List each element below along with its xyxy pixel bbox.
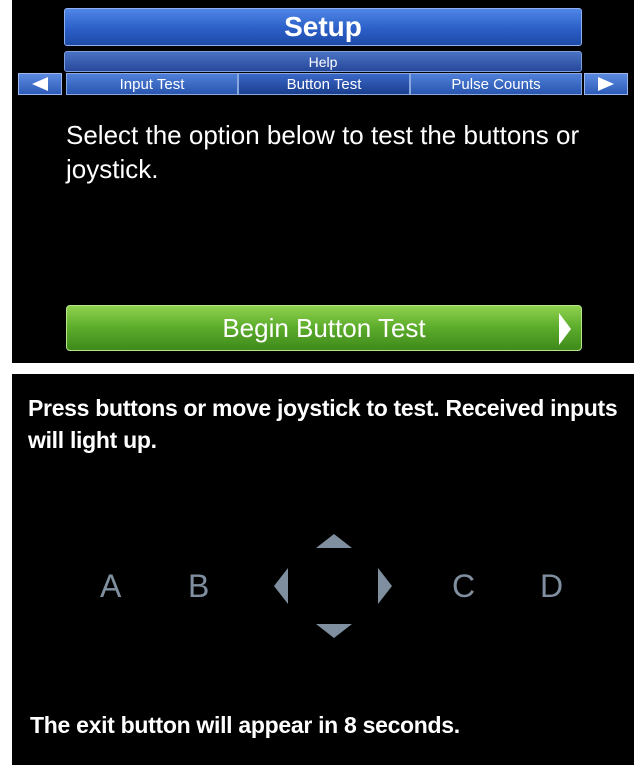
joystick-up-icon xyxy=(316,534,352,548)
begin-button-test-button[interactable]: Begin Button Test xyxy=(66,305,582,351)
tab-bar: Input Test Button Test Pulse Counts xyxy=(12,73,634,95)
setup-title: Setup xyxy=(64,8,582,46)
button-c-indicator: C xyxy=(452,568,476,604)
joystick-down-icon xyxy=(316,624,352,638)
arrow-right-icon xyxy=(598,77,614,91)
arrow-left-icon xyxy=(32,77,48,91)
button-a-indicator: A xyxy=(100,568,122,604)
help-button[interactable]: Help xyxy=(64,51,582,72)
joystick-left-icon xyxy=(274,568,288,604)
begin-button-label: Begin Button Test xyxy=(222,312,426,343)
exit-countdown-note: The exit button will appear in 8 seconds… xyxy=(30,712,460,738)
tab-input-test[interactable]: Input Test xyxy=(66,73,238,95)
tab-button-test[interactable]: Button Test xyxy=(238,73,410,95)
next-tab-button[interactable] xyxy=(584,73,628,95)
button-test-screen: Press buttons or move joystick to test. … xyxy=(12,374,634,765)
setup-prompt: Select the option below to test the butt… xyxy=(66,120,580,184)
joystick-right-icon xyxy=(378,568,392,604)
prev-tab-button[interactable] xyxy=(18,73,62,95)
button-d-indicator: D xyxy=(540,568,564,604)
tab-pulse-counts[interactable]: Pulse Counts xyxy=(410,73,582,95)
chevron-right-icon xyxy=(559,313,571,345)
button-b-indicator: B xyxy=(188,568,210,604)
test-instructions: Press buttons or move joystick to test. … xyxy=(28,395,618,453)
setup-screen: Setup Help Input Test Button Test Pulse … xyxy=(12,0,634,363)
